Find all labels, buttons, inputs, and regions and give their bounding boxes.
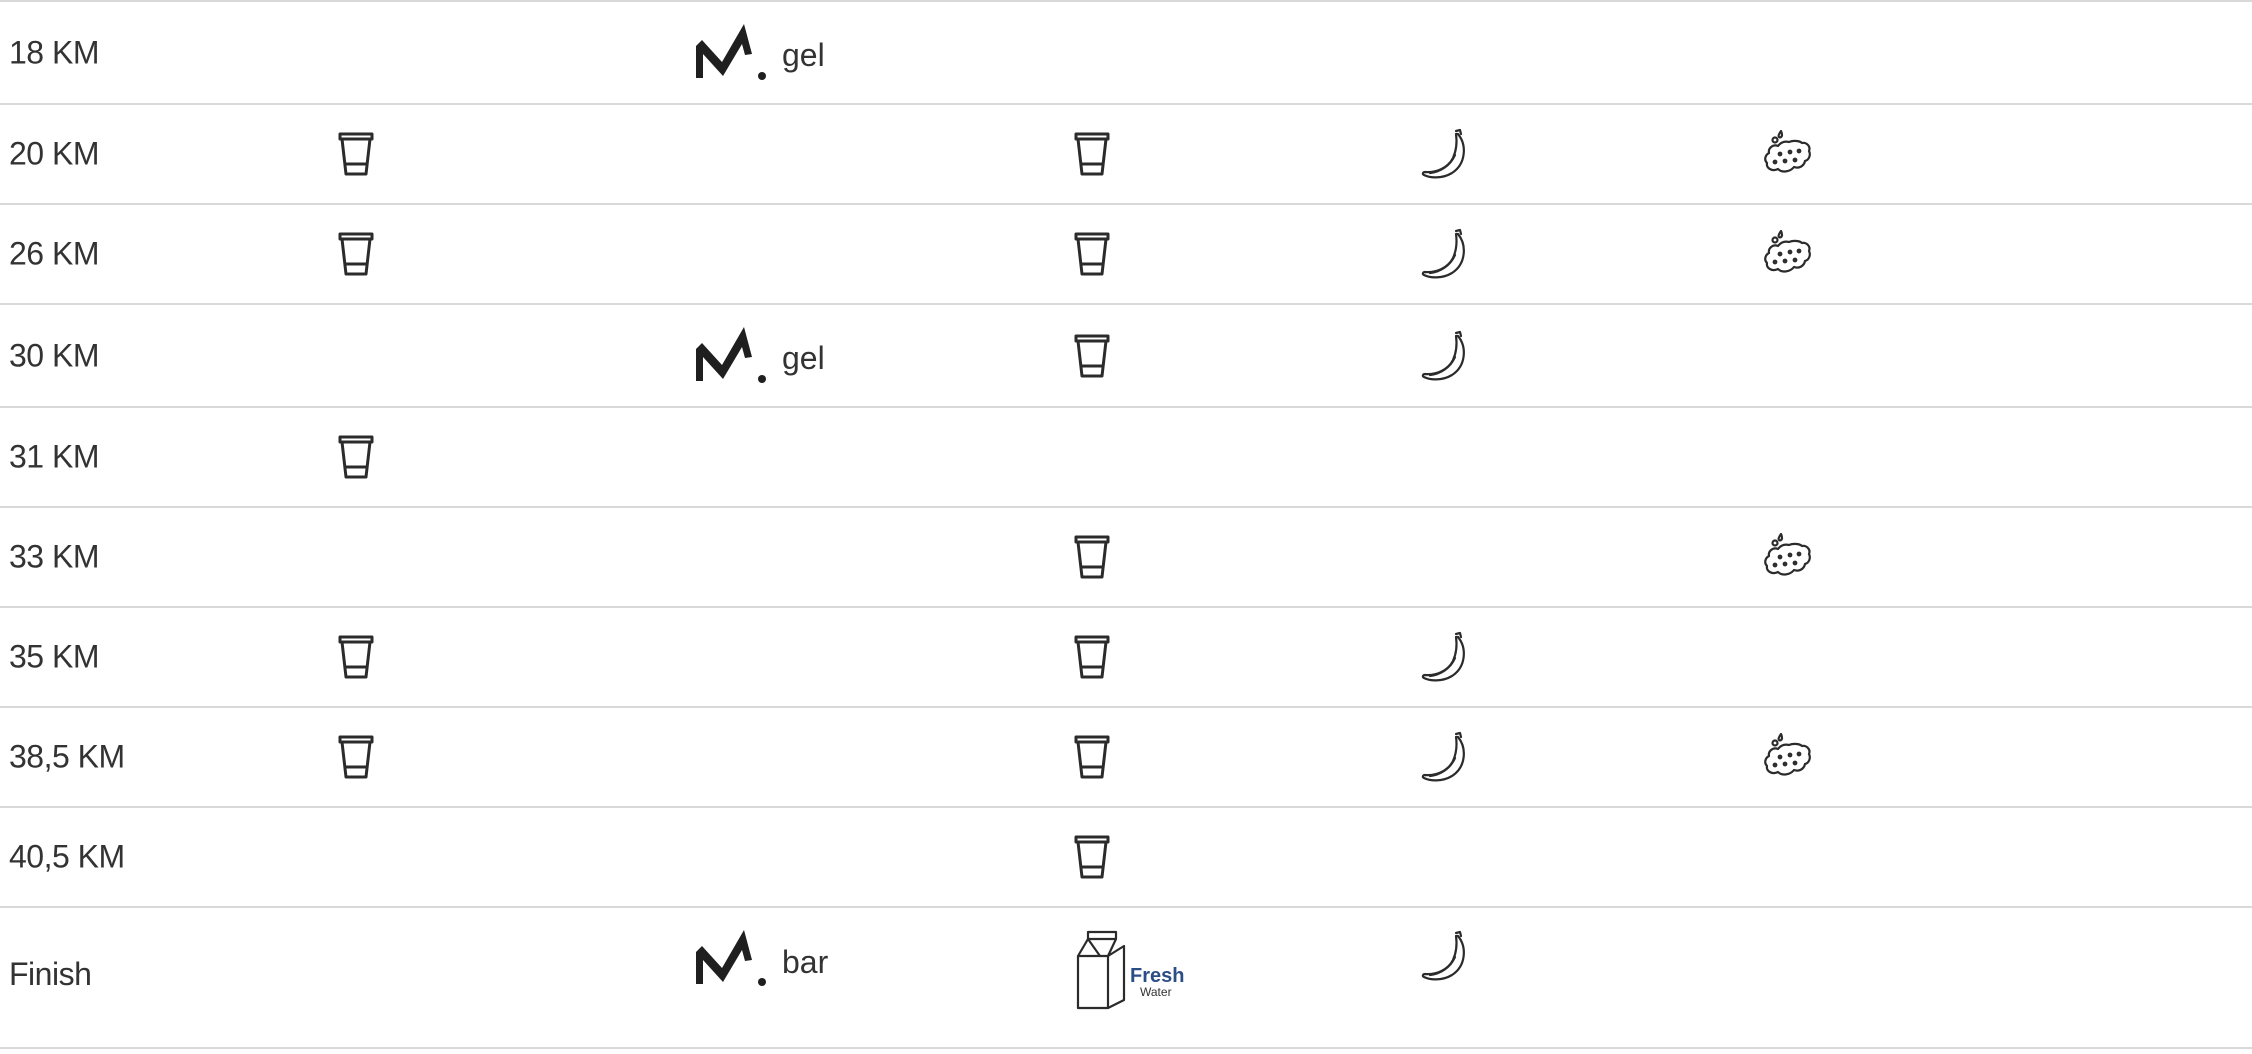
distance-label: 35 KM [9,638,99,675]
sponge-icon [1763,533,1813,581]
energy-brand-cell: gel [694,23,825,82]
table-row: 35 KM [0,606,2252,706]
fresh-word: Fresh [1130,965,1185,987]
banana-icon [1420,228,1472,280]
water-cup-icon [338,131,374,177]
drink-cup-icon [1074,534,1110,580]
banana-icon [1420,631,1472,683]
fresh-water-label: Fresh Water [1130,966,1184,998]
drink-cup-icon [1074,634,1110,680]
distance-label: 30 KM [9,337,99,373]
distance-label: 38,5 KM [9,738,125,775]
distance-label: 20 KM [9,135,99,172]
water-cup-icon [338,734,374,780]
milk-carton-icon [1074,930,1126,1012]
table-row: 26 KM [0,203,2252,303]
table-row: 38,5 KM [0,706,2252,806]
table-row: 20 KM [0,103,2252,203]
banana-icon [1420,128,1472,180]
water-word: Water [1140,985,1172,999]
sponge-icon [1763,130,1813,178]
table-row: 33 KM [0,506,2252,606]
refreshment-table: 18 KM gel 20 KM 26 KM 30 KM gel 31 KM 33 KM 35 K… [0,0,2252,1049]
water-cup-icon [338,634,374,680]
sponge-icon [1763,733,1813,781]
drink-cup-icon [1074,834,1110,880]
banana-icon [1420,330,1472,382]
sponge-icon [1763,230,1813,278]
water-cup-icon [338,231,374,277]
distance-label: 31 KM [9,438,99,475]
brand-m-logo-icon [694,930,768,988]
water-cup-icon [338,434,374,480]
drink-cup-icon [1074,333,1110,379]
distance-label: 26 KM [9,235,99,272]
distance-label: 33 KM [9,538,99,575]
brand-product-label: gel [782,340,825,376]
table-row: 18 KM gel [0,0,2252,103]
energy-brand-cell: gel [694,326,825,385]
energy-brand-cell: bar [694,930,828,988]
distance-label: 18 KM [9,34,99,70]
brand-m-logo-icon [694,23,768,82]
drink-cup-icon [1074,734,1110,780]
drink-cup-icon [1074,131,1110,177]
brand-product-label: bar [782,943,829,980]
brand-product-label: gel [782,37,825,73]
banana-icon [1420,731,1472,783]
fresh-water-carton: Fresh Water [1074,930,1184,1012]
table-row: 40,5 KM [0,806,2252,906]
brand-m-logo-icon [694,326,768,385]
table-row: 31 KM [0,406,2252,506]
distance-label: 40,5 KM [9,838,125,875]
distance-label: Finish [9,956,92,992]
table-row: Finish bar Fresh Water [0,906,2252,1049]
table-row: 30 KM gel [0,303,2252,406]
drink-cup-icon [1074,231,1110,277]
banana-icon [1420,930,1472,982]
